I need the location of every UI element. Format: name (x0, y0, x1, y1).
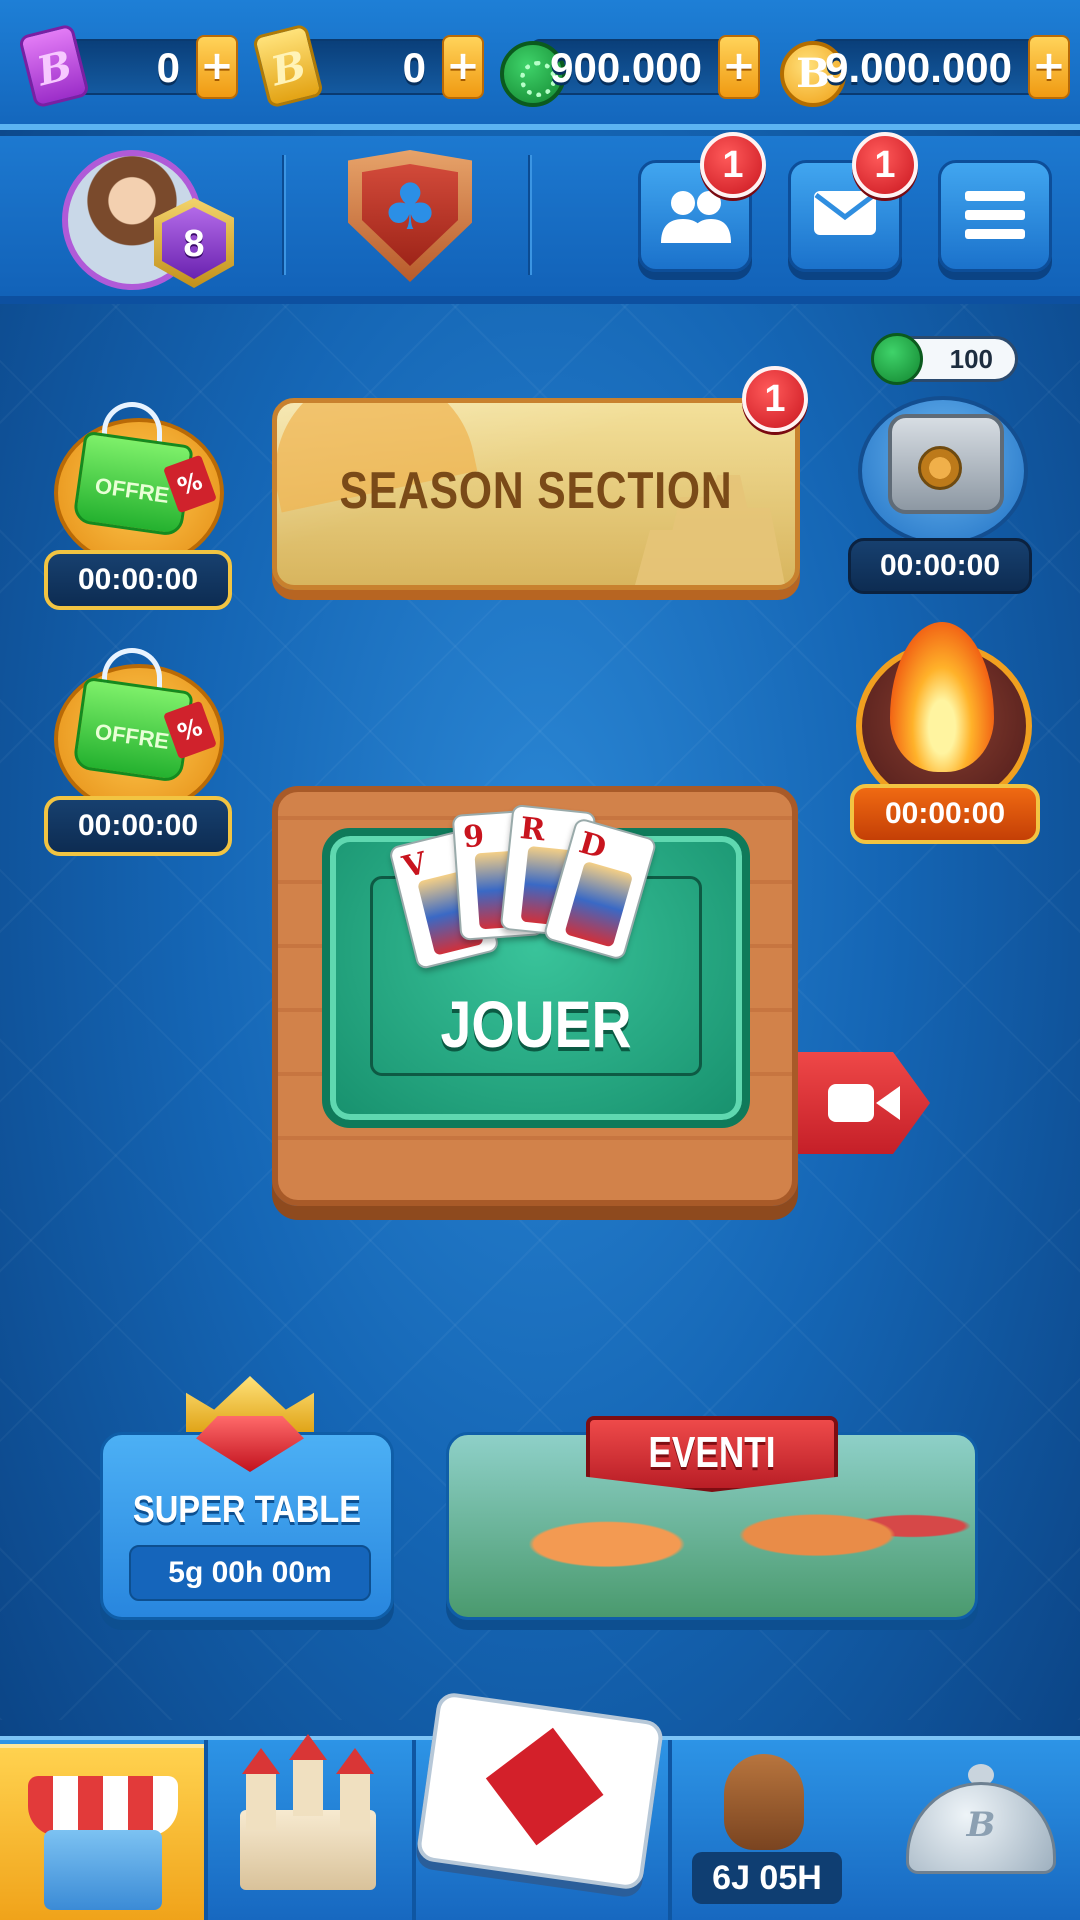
safe-icon (888, 414, 1004, 514)
fire-timer: 00:00:00 (850, 784, 1040, 844)
nav-cloche[interactable]: B (906, 1764, 1056, 1884)
offer-bottom-timer: 00:00:00 (44, 796, 232, 856)
purple-ticket-counter: B 0 + (17, 23, 238, 109)
profile-avatar-button[interactable]: 8 (62, 150, 242, 300)
add-gold-ticket-button[interactable]: + (442, 35, 484, 99)
add-purple-ticket-button[interactable]: + (196, 35, 238, 99)
gem-counter: 900.000 + (500, 35, 760, 107)
safe-gem-bubble: 100 (871, 333, 1018, 385)
green-gem-icon (871, 333, 923, 385)
offer-top-button[interactable]: OFFRE % 00:00:00 (44, 382, 232, 610)
super-table-countdown: 5g 00h 00m (129, 1545, 371, 1601)
gold-ticket-counter: B 0 + (251, 23, 484, 109)
safe-gem-value: 100 (949, 344, 993, 374)
shop-awning-icon (28, 1776, 178, 1836)
hamburger-menu-icon (965, 191, 1025, 239)
coin-counter: B 9.000.000 + (780, 35, 1070, 107)
events-label: EVENTI (648, 1428, 776, 1477)
gold-ticket-value: 0 (402, 44, 426, 91)
safe-timer: 00:00:00 (848, 538, 1032, 594)
header-divider (528, 155, 532, 275)
safe-button[interactable]: 100 00:00:00 (848, 333, 1036, 596)
coin-value: 9.000.000 (825, 44, 1012, 91)
menu-button[interactable] (938, 160, 1052, 272)
shop-icon (44, 1830, 162, 1910)
cloche-icon: B (906, 1782, 1056, 1874)
shopping-bag-icon: OFFRE % (72, 648, 218, 784)
gold-ticket-icon: B (251, 23, 325, 109)
purple-ticket-icon: B (17, 23, 91, 109)
add-coins-button[interactable]: + (1028, 35, 1070, 99)
nav-horse-timer: 6J 05H (692, 1852, 842, 1904)
season-section-banner[interactable]: SEASON SECTION (272, 398, 800, 590)
nav-play-card[interactable] (415, 1690, 665, 1892)
events-ribbon: EVENTI (586, 1416, 838, 1492)
friends-notification-badge: 1 (700, 132, 766, 198)
season-notification-badge: 1 (742, 366, 808, 432)
horse-icon (724, 1754, 804, 1850)
purple-ticket-value: 0 (156, 44, 180, 91)
video-camera-icon (828, 1084, 900, 1122)
nav-shop[interactable] (0, 1744, 204, 1920)
header-divider (282, 155, 286, 275)
shopping-bag-icon: OFFRE % (72, 402, 218, 538)
gem-value: 900.000 (550, 44, 702, 91)
fire-event-button[interactable]: 00:00:00 (850, 622, 1040, 850)
mail-notification-badge: 1 (852, 132, 918, 198)
mail-icon (814, 191, 876, 235)
play-button-label: JOUER (440, 987, 632, 1061)
flame-icon (890, 622, 994, 772)
crown-icon (186, 1360, 314, 1472)
nav-castle[interactable] (240, 1756, 376, 1890)
super-table-label: SUPER TABLE (132, 1489, 362, 1531)
level-value: 8 (162, 207, 226, 279)
add-gems-button[interactable]: + (718, 35, 760, 99)
season-title: SEASON SECTION (339, 462, 733, 520)
offer-top-timer: 00:00:00 (44, 550, 232, 610)
offer-bottom-button[interactable]: OFFRE % 00:00:00 (44, 628, 232, 856)
